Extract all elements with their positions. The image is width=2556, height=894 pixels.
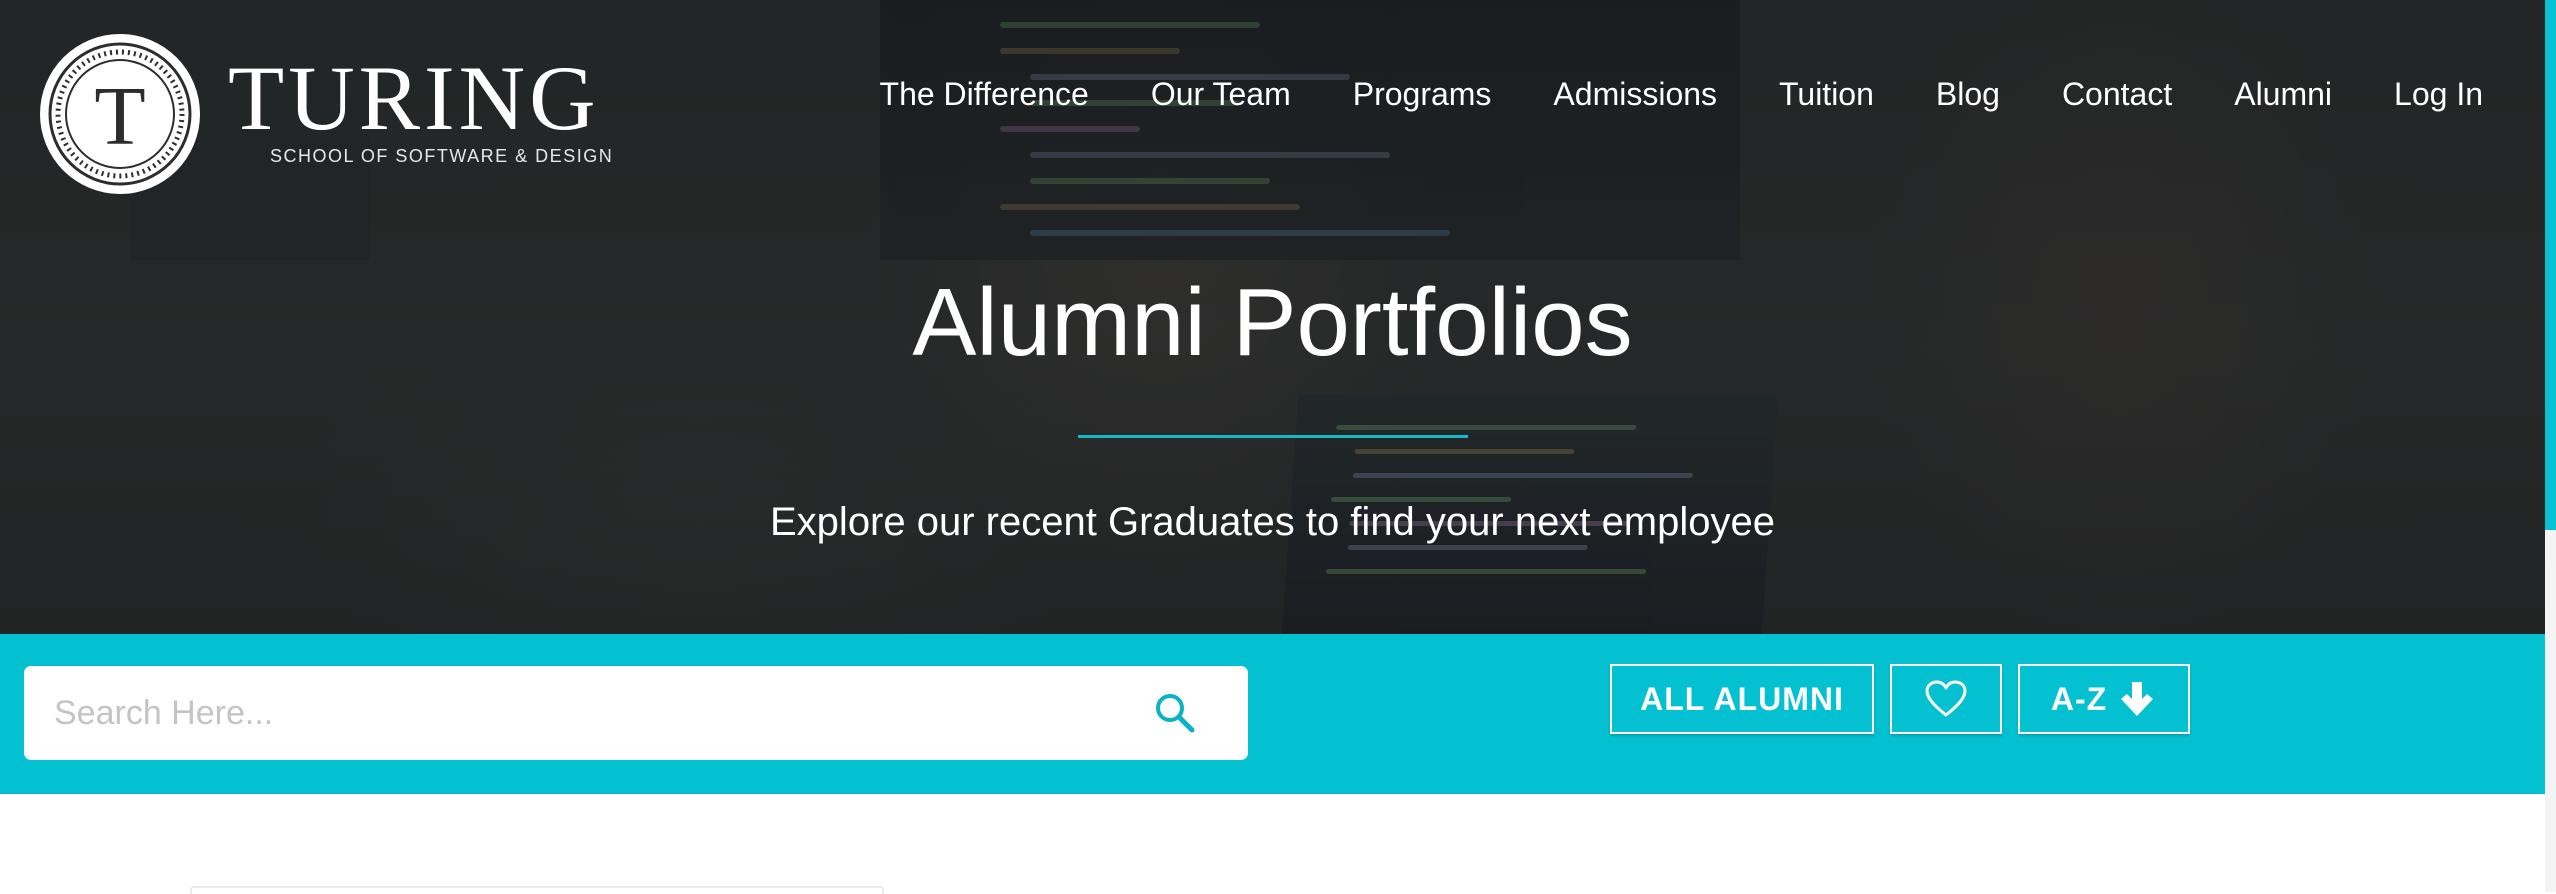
nav-item-our-team[interactable]: Our Team (1120, 72, 1322, 116)
logo-tagline: SCHOOL OF SOFTWARE & DESIGN (270, 146, 614, 166)
nav-item-log-in[interactable]: Log In (2363, 72, 2483, 116)
nav-item-blog[interactable]: Blog (1905, 72, 2031, 116)
logo-seal-letter: T (94, 70, 145, 163)
all-alumni-button[interactable]: ALL ALUMNI (1610, 664, 1874, 734)
filter-bar: ALL ALUMNI A-Z (0, 634, 2545, 794)
nav-item-tuition[interactable]: Tuition (1748, 72, 1905, 116)
heart-outline-icon (1925, 680, 1967, 717)
page-subtitle: Explore our recent Graduates to find you… (770, 500, 1775, 544)
main-nav: The Difference Our Team Programs Admissi… (849, 72, 2483, 116)
logo-seal-icon: T (40, 34, 200, 194)
alumni-card-edge (190, 886, 884, 894)
nav-item-alumni[interactable]: Alumni (2203, 72, 2363, 116)
nav-item-the-difference[interactable]: The Difference (849, 72, 1120, 116)
search-input[interactable] (52, 682, 1106, 744)
all-alumni-label: ALL ALUMNI (1640, 680, 1844, 717)
logo-seal[interactable]: T (38, 32, 202, 196)
favorites-button[interactable] (1890, 664, 2002, 734)
nav-item-programs[interactable]: Programs (1322, 72, 1523, 116)
search-box (24, 666, 1248, 760)
scrollbar-thumb[interactable] (2545, 0, 2556, 530)
sort-az-button[interactable]: A-Z (2018, 664, 2190, 734)
nav-item-contact[interactable]: Contact (2031, 72, 2203, 116)
nav-item-admissions[interactable]: Admissions (1522, 72, 1748, 116)
arrow-down-icon (2121, 682, 2154, 716)
hero-banner: T TURING SCHOOL OF SOFTWARE & DESIGN The… (0, 0, 2545, 634)
logo-wordmark[interactable]: TURING (228, 52, 600, 144)
page-title: Alumni Portfolios (912, 269, 1633, 376)
sort-label: A-Z (2050, 680, 2108, 717)
search-icon[interactable] (1152, 690, 1198, 736)
title-divider (1078, 435, 1468, 438)
